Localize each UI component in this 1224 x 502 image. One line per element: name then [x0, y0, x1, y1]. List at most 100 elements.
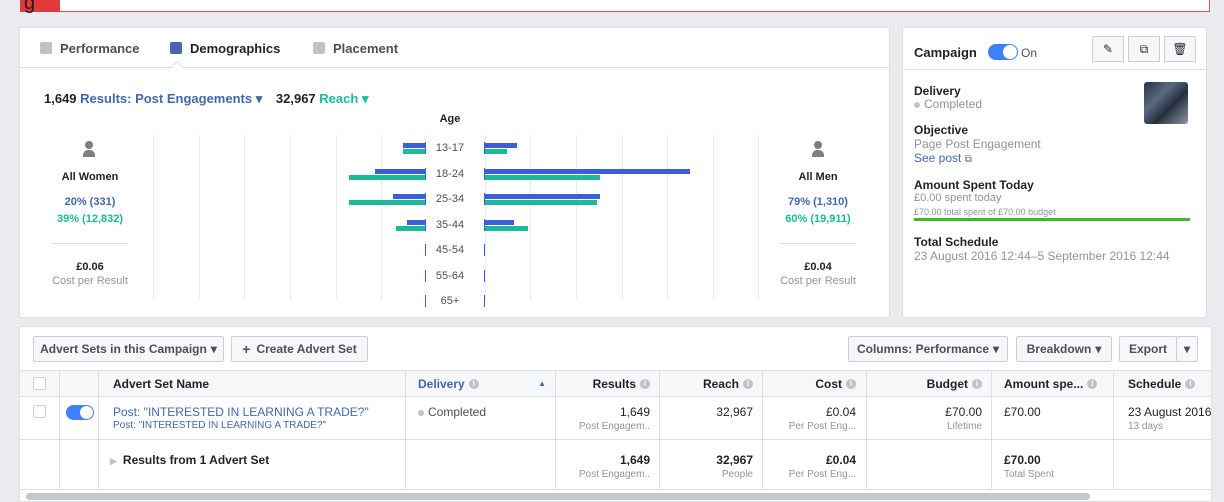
- row-budget: £70.00: [945, 405, 982, 419]
- reach-count: 32,967: [275, 91, 316, 106]
- column-divider: [405, 370, 406, 490]
- campaign-label: Campaign: [914, 45, 977, 60]
- chart-bar-women-results[interactable]: [392, 194, 425, 199]
- export-button[interactable]: Export: [1119, 336, 1177, 362]
- advert-sets-label: Advert Sets in this Campaign: [40, 342, 207, 356]
- delete-button[interactable]: 🗑: [1164, 36, 1196, 62]
- chart-gridline: [713, 135, 714, 300]
- chart-bar-men-results[interactable]: [485, 194, 601, 199]
- results-metric-dropdown[interactable]: Results: Post Engagements: [80, 91, 252, 106]
- results-total-expander[interactable]: ▶ Results from 1 Advert Set: [110, 453, 269, 467]
- horizontal-scrollbar[interactable]: [26, 493, 1090, 500]
- trash-icon: 🗑: [1172, 42, 1188, 56]
- edit-button[interactable]: ✎: [1092, 36, 1124, 62]
- total-schedule-value: 23 August 2016 12:44–5 September 2016 12…: [914, 249, 1170, 263]
- chart-bar-women-reach[interactable]: [403, 149, 425, 154]
- export-options-button[interactable]: ▾: [1176, 336, 1198, 362]
- tab-demographics[interactable]: Demographics: [170, 28, 280, 68]
- column-divider: [659, 370, 660, 490]
- chart-gridline: [290, 135, 291, 300]
- total-schedule-label: Total Schedule: [914, 235, 999, 249]
- advert-sets-dropdown[interactable]: Advert Sets in this Campaign ▾: [33, 336, 224, 362]
- person-icon: [83, 141, 95, 157]
- chart-bar-women-reach[interactable]: [349, 174, 425, 180]
- see-post-label: See post: [914, 151, 962, 165]
- column-header-cost[interactable]: Cost i: [765, 370, 856, 397]
- select-all-checkbox[interactable]: [33, 377, 46, 390]
- chart-bar-men-results[interactable]: [485, 219, 514, 225]
- placement-icon: [313, 42, 325, 54]
- age-tick-label: 35-44: [435, 218, 465, 231]
- chart-bar-men-reach[interactable]: [485, 200, 597, 205]
- row-checkbox[interactable]: [33, 405, 46, 418]
- column-divider: [555, 370, 556, 490]
- age-chart-title: Age: [439, 113, 461, 125]
- person-icon: [812, 141, 824, 157]
- advert-set-post-link[interactable]: Post: "INTERESTED IN LEARNING A TRADE?": [113, 420, 326, 431]
- duplicate-button[interactable]: ⧉: [1128, 36, 1160, 62]
- tab-placement[interactable]: Placement: [313, 28, 398, 68]
- chart-bar-women-reach[interactable]: [396, 225, 425, 231]
- reach-metric-dropdown[interactable]: Reach: [319, 91, 358, 106]
- column-header-results[interactable]: Results i: [560, 370, 650, 397]
- column-divider: [762, 370, 763, 490]
- advert-set-name-link[interactable]: Post: "INTERESTED IN LEARNING A TRADE?": [113, 405, 369, 419]
- campaign-toggle-state: On: [1021, 46, 1038, 60]
- women-results: 20% (331): [64, 196, 116, 208]
- column-divider: [59, 370, 60, 490]
- axis-tick: [484, 244, 485, 256]
- column-header-delivery[interactable]: Delivery i ▲: [418, 370, 546, 397]
- columns-label: Columns: Performance: [856, 342, 989, 356]
- pencil-icon: ✎: [1102, 42, 1114, 56]
- total-amount-spent: £70.00: [1004, 453, 1041, 467]
- total-results: 1,649: [619, 453, 650, 467]
- column-header-budget[interactable]: Budget i: [870, 370, 982, 397]
- create-advert-set-button[interactable]: + Create Advert Set: [231, 336, 368, 362]
- women-reach: 39% (12,832): [56, 213, 124, 225]
- women-label: All Women: [61, 171, 119, 183]
- chart-gridline: [485, 135, 486, 300]
- budget-progress-track: [914, 218, 1190, 221]
- tab-performance[interactable]: Performance: [40, 28, 139, 68]
- budget-progress-fill: [914, 218, 1190, 221]
- chart-bar-women-results[interactable]: [374, 168, 425, 174]
- column-header-reach[interactable]: Reach i: [665, 370, 753, 397]
- results-count: 1,649: [44, 91, 77, 106]
- columns-dropdown[interactable]: Columns: Performance ▾: [848, 336, 1008, 362]
- row-results: 1,649: [619, 405, 650, 419]
- chart-bar-women-results[interactable]: [403, 143, 425, 148]
- column-divider: [1113, 370, 1114, 490]
- chart-bar-women-results[interactable]: [407, 219, 425, 225]
- axis-tick: [425, 244, 426, 256]
- chart-bar-men-reach[interactable]: [485, 225, 529, 231]
- men-cost: £0.04: [804, 261, 832, 273]
- advert-set-toggle[interactable]: [66, 405, 94, 420]
- row-budget-sub: Lifetime: [946, 421, 982, 432]
- campaign-toggle[interactable]: [988, 44, 1018, 60]
- chart-bar-men-reach[interactable]: [485, 149, 507, 154]
- table-row-divider: [20, 489, 1211, 490]
- total-reach: 32,967: [716, 453, 753, 467]
- column-header-name[interactable]: Advert Set Name: [113, 370, 209, 397]
- chevron-down-icon: ▾: [993, 342, 1000, 356]
- post-thumbnail[interactable]: [1144, 82, 1188, 124]
- row-amount-spent: £70.00: [1004, 405, 1041, 419]
- chart-bar-men-results[interactable]: [485, 143, 518, 148]
- chart-bar-women-reach[interactable]: [349, 200, 425, 205]
- axis-tick: [425, 269, 426, 282]
- status-dot-icon: [418, 409, 424, 416]
- chart-bar-men-reach[interactable]: [485, 174, 601, 180]
- breakdown-dropdown[interactable]: Breakdown ▾: [1016, 336, 1112, 362]
- chevron-down-icon: ▾: [1095, 342, 1102, 356]
- plus-icon: +: [242, 341, 251, 357]
- people-icon: [170, 42, 182, 54]
- axis-tick: [425, 193, 426, 205]
- row-delivery: Completed: [418, 405, 486, 419]
- row-cost-sub: Per Post Eng...: [788, 421, 856, 432]
- chart-bar-men-results[interactable]: [485, 168, 691, 174]
- row-results-sub: Post Engagem..: [578, 421, 650, 432]
- see-post-link[interactable]: See post ⧉: [914, 151, 972, 165]
- campaign-panel: [902, 27, 1207, 318]
- column-header-amount-spent[interactable]: Amount spe... i: [1004, 370, 1106, 397]
- column-header-schedule[interactable]: Schedule i: [1128, 370, 1196, 397]
